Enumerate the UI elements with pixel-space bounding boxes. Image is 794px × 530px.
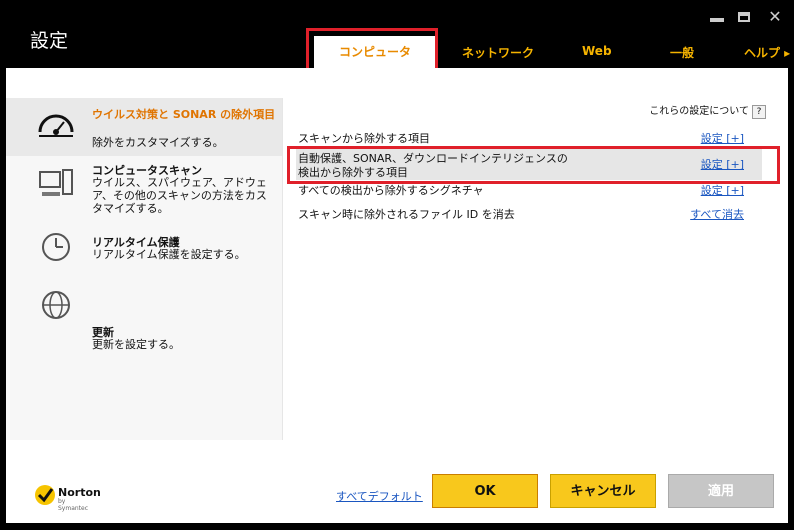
maximize-icon — [738, 12, 750, 22]
sidebar-item-exclusions[interactable]: ウイルス対策と SONAR の除外項目 除外をカスタマイズする。 — [6, 98, 282, 156]
close-icon: ✕ — [768, 7, 782, 26]
settings-body: ウイルス対策と SONAR の除外項目 除外をカスタマイズする。 コンピュータス… — [6, 68, 788, 523]
minimize-button[interactable] — [710, 8, 728, 26]
configure-link[interactable]: 設定 [+] — [701, 130, 744, 146]
setting-label: スキャンから除外する項目 — [298, 132, 430, 145]
tab-general[interactable]: 一般 — [670, 44, 694, 61]
window-title: 設定 — [30, 30, 69, 52]
sidebar-item-desc: 除外をカスタマイズする。 — [92, 136, 224, 149]
close-button[interactable]: ✕ — [766, 8, 784, 26]
sidebar: ウイルス対策と SONAR の除外項目 除外をカスタマイズする。 コンピュータス… — [6, 98, 283, 440]
setting-label: スキャン時に除外されるファイル ID を消去 — [298, 208, 515, 221]
ok-button[interactable]: OK — [432, 474, 538, 508]
minimize-icon — [710, 18, 724, 22]
row-highlight-box — [287, 146, 780, 184]
apply-button[interactable]: 適用 — [668, 474, 774, 508]
sidebar-item-computer-scan[interactable]: コンピュータスキャン ウイルス、スパイウェア、アドウェア、その他のスキャンの方法… — [6, 160, 282, 224]
norton-check-icon — [35, 485, 55, 505]
help-icon[interactable]: ? — [752, 105, 766, 119]
sidebar-item-desc: ウイルス、スパイウェア、アドウェア、その他のスキャンの方法をカスタマイズする。 — [92, 176, 267, 215]
setting-row-signature-exclusions: すべての検出から除外するシグネチャ 設定 [+] — [296, 182, 762, 198]
sidebar-item-realtime[interactable]: リアルタイム保護 リアルタイム保護を設定する。 — [6, 230, 282, 274]
restore-defaults-link[interactable]: すべてデフォルト — [336, 488, 423, 504]
setting-row-clear-file-ids: スキャン時に除外されるファイル ID を消去 すべて消去 — [296, 206, 762, 222]
help-text: これらの設定について — [649, 106, 749, 117]
globe-update-icon — [42, 291, 70, 319]
settings-window: 設定 ✕ コンピュータ ネットワーク Web 一般 ヘルプ ▸ ウイルス対策と … — [0, 0, 794, 530]
setting-row-scan-exclusions: スキャンから除外する項目 設定 [+] — [296, 130, 762, 146]
help-link[interactable]: これらの設定について? — [649, 102, 766, 119]
computer-icon — [39, 169, 73, 196]
cancel-button[interactable]: キャンセル — [550, 474, 656, 508]
gauge-icon — [38, 114, 74, 137]
setting-label: すべての検出から除外するシグネチャ — [298, 184, 484, 197]
tab-web[interactable]: Web — [582, 44, 612, 58]
clock-icon — [42, 233, 70, 261]
maximize-button[interactable] — [738, 8, 756, 26]
tab-help[interactable]: ヘルプ ▸ — [744, 44, 790, 61]
configure-link[interactable]: 設定 [+] — [701, 182, 744, 198]
sidebar-item-label: ウイルス対策と SONAR の除外項目 — [92, 108, 276, 121]
norton-logo: Norton by Symantec — [34, 484, 101, 512]
window-controls: ✕ — [710, 8, 784, 26]
sidebar-item-desc: リアルタイム保護を設定する。 — [92, 248, 246, 261]
brand-sub: by Symantec — [58, 498, 89, 512]
tab-network[interactable]: ネットワーク — [462, 44, 534, 61]
sidebar-item-update[interactable]: 更新 更新を設定する。 — [6, 286, 282, 351]
sidebar-item-desc: 更新を設定する。 — [92, 338, 180, 351]
clear-all-link[interactable]: すべて消去 — [690, 206, 744, 222]
